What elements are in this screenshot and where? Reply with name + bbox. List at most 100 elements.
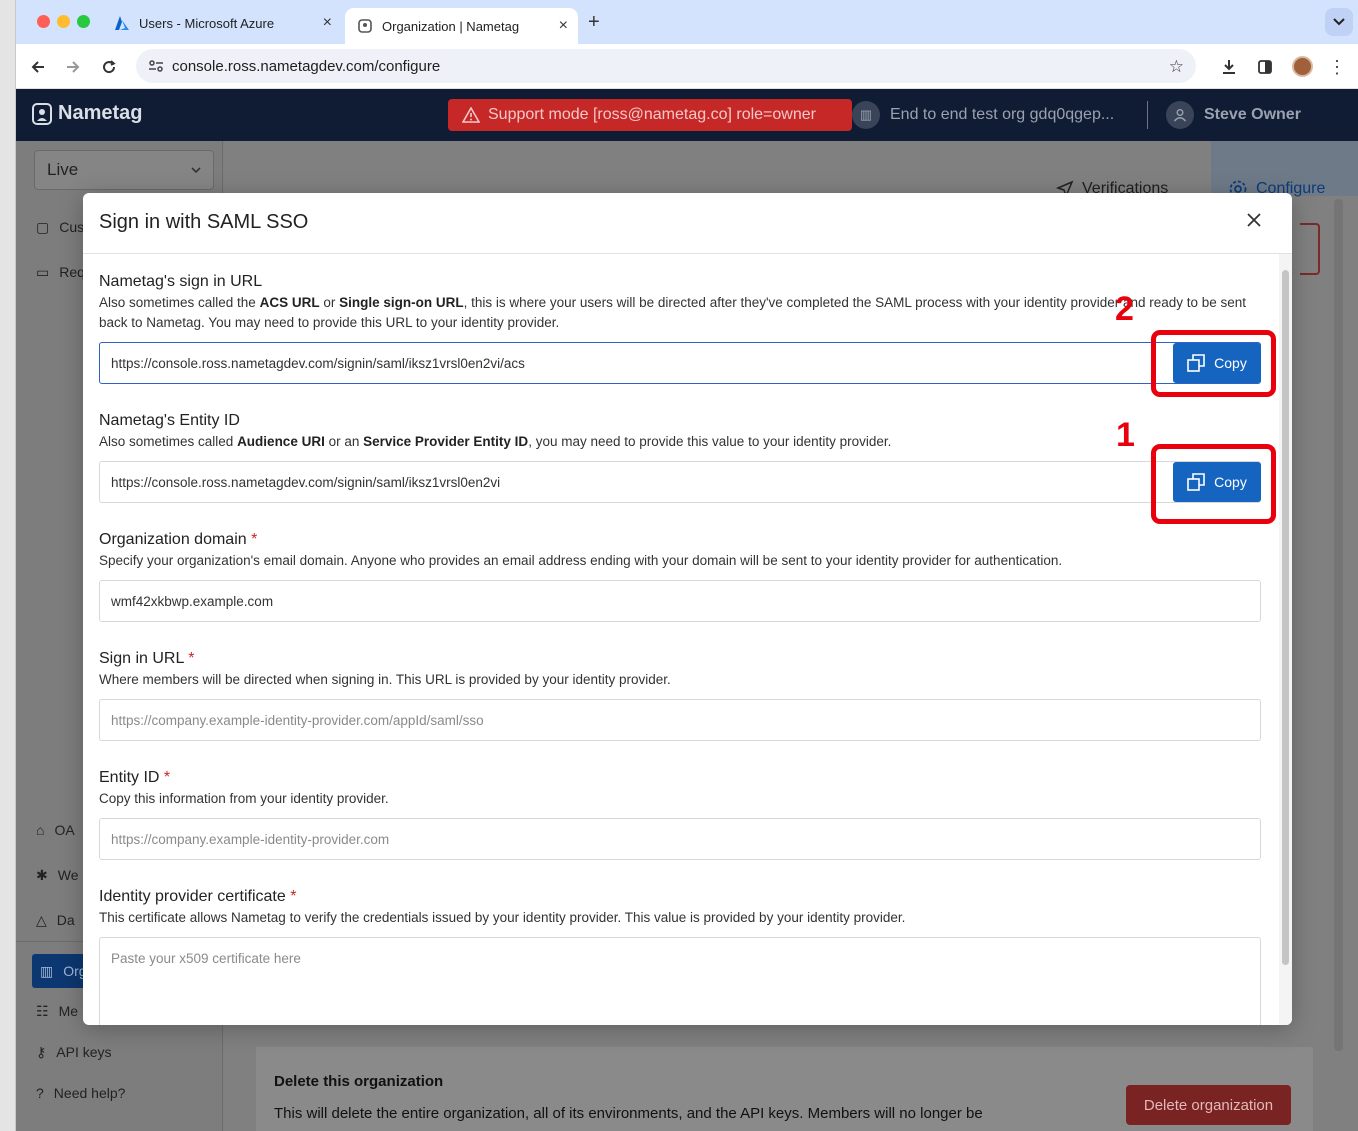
desc-bold: Service Provider Entity ID [363,434,529,449]
danger-zone-card: Delete this organization This will delet… [256,1047,1313,1131]
org-domain-description: Specify your organization's email domain… [99,553,1063,568]
acs-url-field[interactable]: https://console.ross.nametagdev.com/sign… [99,342,1261,384]
sidebar-item-webhooks[interactable]: ✱ We [36,860,78,890]
more-menu-icon[interactable]: ⋮ [1324,54,1350,80]
certificate-description: This certificate allows Nametag to verif… [99,910,906,925]
desc-text: Also sometimes called the [99,295,260,310]
idp-entity-id-label: Entity ID * [99,769,170,787]
entity-id-field[interactable]: https://console.ross.nametagdev.com/sign… [99,461,1261,503]
required-marker: * [163,769,171,786]
desc-bold: Single sign-on URL [339,295,464,310]
org-domain-input[interactable]: wmf42xkbwp.example.com [99,580,1261,622]
desc-bold: Audience URI [237,434,325,449]
support-mode-banner: Support mode [ross@nametag.co] role=owne… [448,99,852,131]
sidebar-item-label: We [57,867,79,883]
signin-url-label: Sign in URL * [99,650,194,668]
tab-strip: Users - Microsoft Azure × Organization |… [16,0,1358,44]
modal-title: Sign in with SAML SSO [99,211,309,233]
certificate-textarea[interactable]: Paste your x509 certificate here [99,937,1261,1025]
sidebar-item-label: Da [56,912,75,928]
sidebar-item-oauth[interactable]: ⌂ OA [36,815,75,845]
building-icon: ▥ [40,962,54,979]
new-tab-icon[interactable]: + [588,11,600,34]
sidebar-item-label: Me [58,1003,79,1019]
download-icon[interactable] [1216,54,1242,80]
side-panel-icon[interactable] [1252,54,1278,80]
modal-scrollbar-thumb[interactable] [1282,270,1289,965]
desktop: Users - Microsoft Azure × Organization |… [0,0,1358,1131]
webhook-icon: ✱ [36,866,48,883]
tab-close-icon[interactable]: × [323,8,332,38]
bookmark-star-icon[interactable]: ☆ [1169,57,1184,77]
sidebar-item-danger[interactable]: △ Da [36,905,75,935]
url-text: console.ross.nametagdev.com/configure [172,57,441,75]
site-settings-icon[interactable] [148,58,164,78]
minimize-window-button[interactable] [57,15,70,28]
warning-icon: △ [36,911,47,928]
sidebar-item-help[interactable]: ? Need help? [36,1078,125,1108]
idp-entity-id-input[interactable]: https://company.example-identity-provide… [99,818,1261,860]
warning-icon [462,107,480,123]
sidebar-item-label: Cus [59,219,85,235]
sidebar-item-members[interactable]: ☷ Me [36,996,78,1026]
user-menu[interactable]: Steve Owner [1166,99,1301,131]
acs-url-description: Also sometimes called the ACS URL or Sin… [99,293,1259,333]
browser-window: Users - Microsoft Azure × Organization |… [15,0,1358,1131]
header-divider [1147,101,1148,129]
file-icon: ▢ [36,218,50,235]
address-bar[interactable]: console.ross.nametagdev.com/configure ☆ [136,49,1196,83]
logo-text: Nametag [58,102,143,124]
placeholder-text: https://company.example-identity-provide… [111,831,390,847]
signin-url-description: Where members will be directed when sign… [99,672,671,687]
desc-text: , you may need to provide this value to … [528,434,892,449]
placeholder-text: Paste your x509 certificate here [111,951,301,966]
tab-close-icon[interactable]: × [559,8,568,44]
page-scrollbar[interactable] [1334,199,1343,1051]
label-text: Sign in URL [99,650,184,667]
delete-org-title: Delete this organization [274,1073,444,1090]
signin-url-input[interactable]: https://company.example-identity-provide… [99,699,1261,741]
zoom-window-button[interactable] [77,15,90,28]
sidebar-item-requests[interactable]: ▭ Req [36,257,85,287]
back-arrow-icon[interactable] [25,54,51,80]
sidebar-item-label: Need help? [53,1085,126,1101]
environment-select[interactable]: Live [34,150,214,190]
sidebar-item-customers[interactable]: ▢ Cus [36,212,84,242]
close-icon[interactable] [1241,207,1267,233]
close-window-button[interactable] [37,15,50,28]
tab-azure[interactable]: Users - Microsoft Azure × [102,8,342,38]
org-switcher[interactable]: ▥ End to end test org gdq0qgep... [852,99,1114,131]
saml-sso-modal: Sign in with SAML SSO Nametag's sign in … [83,193,1292,1025]
modal-divider [83,253,1292,254]
modal-scrollbar[interactable] [1279,254,1292,1025]
annotation-box-1 [1151,444,1276,524]
org-domain-value: wmf42xkbwp.example.com [111,593,274,609]
chevron-down-icon [1333,18,1345,26]
idp-entity-id-description: Copy this information from your identity… [99,791,389,806]
tab-title: Organization | Nametag [382,18,520,34]
tab-nametag[interactable]: Organization | Nametag × [345,8,578,44]
app-header: Nametag Support mode [ross@nametag.co] r… [16,89,1358,141]
tab-search-button[interactable] [1325,8,1353,36]
desc-text: or an [324,434,364,449]
annotation-number-1: 1 [1116,416,1135,454]
placeholder-text: https://company.example-identity-provide… [111,712,484,728]
profile-avatar[interactable] [1292,56,1313,77]
desc-text: Also sometimes called [99,434,238,449]
annotation-number-2: 2 [1115,290,1134,328]
sidebar-item-api-keys[interactable]: ⚷ API keys [36,1037,112,1067]
delete-organization-button[interactable]: Delete organization [1126,1085,1291,1125]
entity-id-label: Nametag's Entity ID [99,412,240,429]
app-logo[interactable]: Nametag [32,102,142,125]
question-icon: ? [36,1085,44,1101]
browser-toolbar: console.ross.nametagdev.com/configure ☆ … [16,44,1358,89]
certificate-label: Identity provider certificate * [99,888,296,906]
user-name: Steve Owner [1204,106,1301,123]
building-icon: ▥ [852,101,880,129]
entity-id-value: https://console.ross.nametagdev.com/sign… [111,474,501,490]
delete-org-text: This will delete the entire organization… [274,1105,983,1122]
reload-icon[interactable] [96,54,122,80]
forward-arrow-icon[interactable] [60,54,86,80]
message-icon: ▭ [36,263,50,280]
desc-text: or [319,295,340,310]
